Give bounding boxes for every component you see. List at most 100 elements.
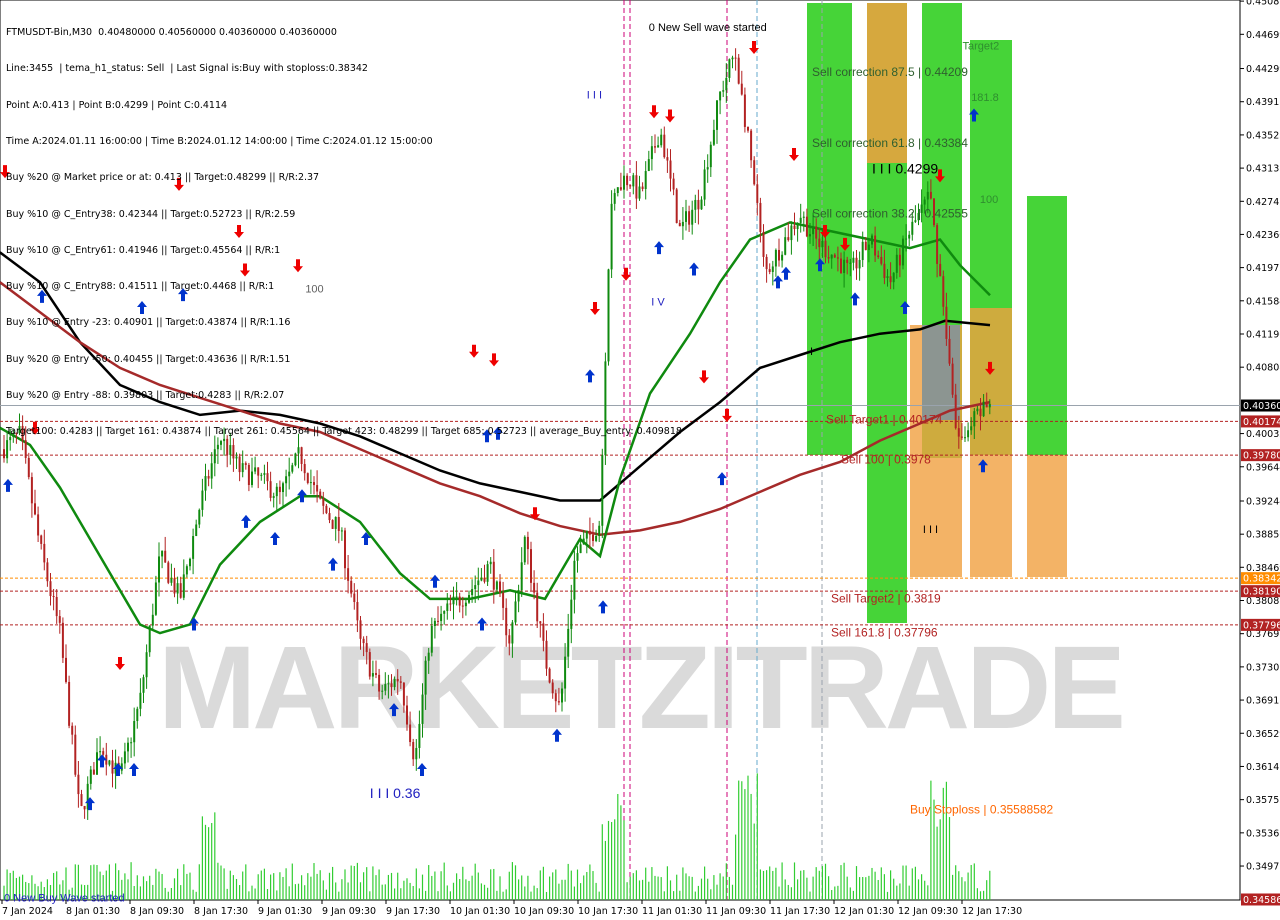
candle-body xyxy=(973,411,976,427)
candle-body xyxy=(740,83,743,95)
y-tick-label: 0.34977 xyxy=(1246,862,1280,873)
x-tick-label: 10 Jan 01:30 xyxy=(450,906,510,917)
candle-body xyxy=(511,622,514,644)
candle-body xyxy=(170,578,173,583)
candle-body xyxy=(269,481,272,498)
candle-body xyxy=(173,578,176,594)
candle-body xyxy=(77,774,80,795)
level-label: Sell correction 61.8 | 0.43384 xyxy=(812,136,968,150)
candle-body xyxy=(725,77,728,91)
candle-body xyxy=(539,621,542,624)
candle-body xyxy=(802,216,805,218)
candle-body xyxy=(945,306,948,339)
candle-body xyxy=(27,457,30,478)
candle-body xyxy=(238,456,241,473)
candle-body xyxy=(681,221,684,227)
candle-body xyxy=(396,678,399,682)
candle-body xyxy=(691,209,694,225)
candle-body xyxy=(815,226,818,239)
candle-body xyxy=(939,263,942,277)
candle-body xyxy=(799,217,802,223)
x-tick-label: 8 Jan 09:30 xyxy=(130,906,184,917)
price-tag-label: 0.40174 xyxy=(1243,417,1280,428)
level-label: Sell 161.8 | 0.37796 xyxy=(831,626,938,640)
candle-body xyxy=(393,678,396,688)
candle-body xyxy=(771,266,774,272)
y-tick-label: 0.39244 xyxy=(1246,496,1280,507)
candle-body xyxy=(855,257,858,269)
candle-body xyxy=(784,237,787,255)
candle-body xyxy=(483,577,486,582)
candle-body xyxy=(942,276,945,307)
chart-annotation: I xyxy=(810,346,813,358)
x-tick-label: 12 Jan 09:30 xyxy=(898,906,958,917)
info-line: Line:3455 | tema_h1_status: Sell | Last … xyxy=(6,63,368,75)
candle-body xyxy=(936,225,939,264)
candle-body xyxy=(325,505,328,514)
candle-body xyxy=(489,561,492,565)
candle-body xyxy=(353,593,356,603)
candle-body xyxy=(505,607,508,636)
chart-annotation: I I I 0.4299 xyxy=(872,161,938,177)
candle-body xyxy=(449,603,452,605)
candle-body xyxy=(83,805,86,810)
candle-body xyxy=(251,471,253,486)
candle-body xyxy=(951,363,954,395)
candle-body xyxy=(861,241,864,261)
candle-body xyxy=(254,467,257,472)
candle-body xyxy=(46,562,49,582)
candle-body xyxy=(852,257,855,263)
level-label: Sell correction 38.2 | 0.42555 xyxy=(812,206,968,220)
candle-body xyxy=(384,684,387,691)
candle-body xyxy=(573,560,576,600)
y-tick-label: 0.44699 xyxy=(1246,30,1280,41)
candle-body xyxy=(765,256,768,270)
candle-body xyxy=(92,769,95,775)
level-label: Sell 100 | 0.3978 xyxy=(841,453,931,467)
candle-body xyxy=(728,59,731,78)
candle-body xyxy=(368,652,371,677)
candle-body xyxy=(517,590,520,602)
candle-body xyxy=(409,724,412,743)
y-tick-label: 0.43135 xyxy=(1246,164,1280,175)
candle-body xyxy=(768,269,771,272)
candle-body xyxy=(204,476,207,491)
candle-body xyxy=(908,234,911,239)
x-tick-label: 12 Jan 17:30 xyxy=(962,906,1022,917)
candle-body xyxy=(706,167,709,170)
candle-body xyxy=(455,596,458,598)
candle-body xyxy=(446,603,449,611)
candle-body xyxy=(545,640,548,669)
x-tick-label: 9 Jan 01:30 xyxy=(258,906,312,917)
candle-body xyxy=(976,408,979,412)
candle-body xyxy=(399,681,402,683)
candle-body xyxy=(582,538,585,545)
candle-body xyxy=(871,235,873,245)
info-line: Buy %20 @ Entry -88: 0.39803 || Target:0… xyxy=(6,390,285,401)
level-label: Sell Target2 | 0.3819 xyxy=(831,591,941,605)
candle-body xyxy=(988,403,991,408)
candle-body xyxy=(418,723,421,748)
candle-body xyxy=(722,90,725,92)
info-line: Buy %20 @ Entry -50: 0.40455 || Target:0… xyxy=(6,353,291,365)
candle-body xyxy=(319,491,322,499)
candle-body xyxy=(145,652,148,678)
y-tick-label: 0.40032 xyxy=(1246,429,1280,440)
candle-body xyxy=(412,742,415,760)
candle-body xyxy=(241,463,244,473)
candle-body xyxy=(443,610,446,614)
candle-body xyxy=(911,221,914,235)
candle-body xyxy=(585,530,588,539)
y-tick-label: 0.38856 xyxy=(1246,530,1280,541)
candle-body xyxy=(570,599,573,629)
candle-body xyxy=(164,550,167,563)
candle-body xyxy=(468,595,470,603)
price-tag-label: 0.39780 xyxy=(1243,451,1280,462)
candle-body xyxy=(458,596,461,606)
candle-body xyxy=(464,602,467,607)
candle-body xyxy=(914,220,917,222)
y-tick-label: 0.41584 xyxy=(1246,296,1280,307)
candle-body xyxy=(362,638,365,644)
target-zone xyxy=(1027,455,1067,577)
x-tick-label: 10 Jan 17:30 xyxy=(578,906,638,917)
